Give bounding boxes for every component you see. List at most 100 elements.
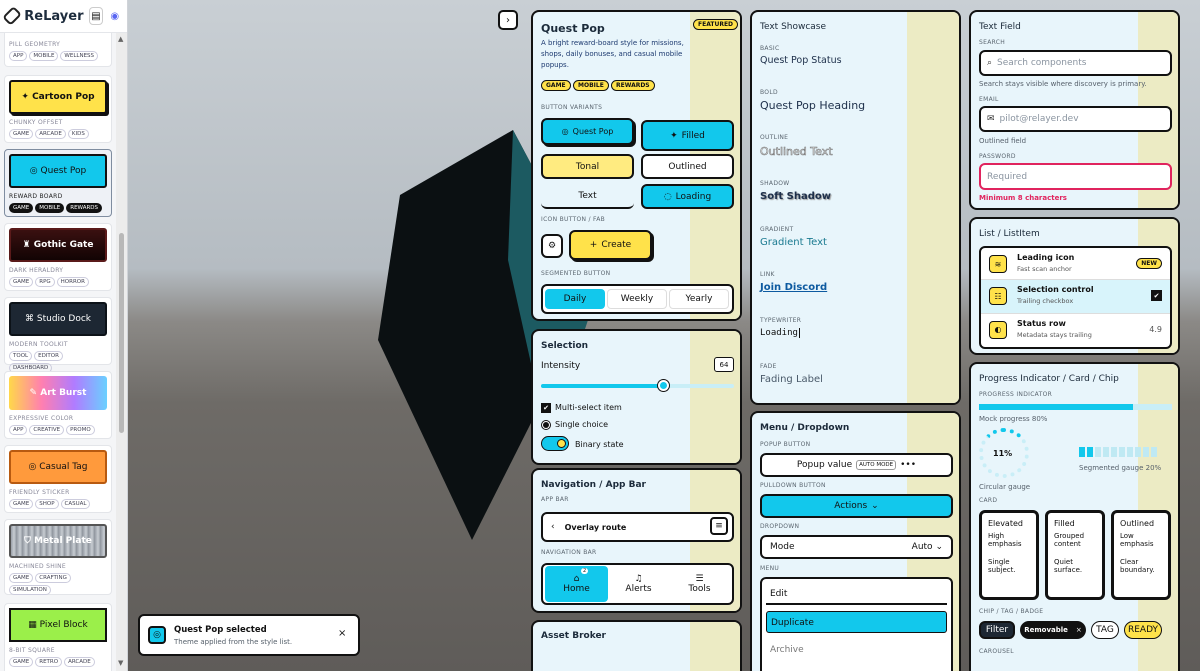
gauge-segment	[1087, 447, 1093, 457]
theme-card-pixel-block[interactable]: ▦ Pixel Block 8-Bit Square GAME RETRO ARCA…	[4, 603, 112, 671]
panel-title: Progress Indicator / Card / Chip	[979, 374, 1119, 384]
section-label: CAROUSEL	[979, 648, 1014, 655]
segment-weekly[interactable]: Weekly	[607, 289, 667, 309]
collapse-toggle-button[interactable]: ›	[498, 10, 518, 30]
close-icon[interactable]: ×	[338, 628, 346, 639]
nav-tab-alerts[interactable]: ♫ Alerts	[608, 566, 669, 602]
search-input[interactable]: ⌕ Search components	[979, 50, 1172, 76]
scroll-up-icon[interactable]: ▲	[118, 35, 123, 43]
gauge-segment	[1103, 447, 1109, 457]
nav-tab-tools[interactable]: ☰ Tools	[669, 566, 730, 602]
list-item[interactable]: ◐ Status row Metadata stays trailing 4.9	[981, 314, 1170, 347]
text-caption: BASIC	[760, 45, 780, 52]
theme-card-studio-dock[interactable]: ⌘ Studio Dock Modern Toolkit TOOL EDITOR D…	[4, 297, 112, 373]
book-icon[interactable]: ▤	[89, 7, 103, 25]
panel-title: List / ListItem	[979, 229, 1040, 239]
search-placeholder: Search components	[997, 58, 1087, 68]
segmented-gauge-label: Segmented gauge 20%	[1079, 464, 1162, 472]
email-field[interactable]: ✉ pilot@relayer.dev	[979, 106, 1172, 132]
intensity-slider-track[interactable]	[541, 384, 734, 388]
theme-card-quest-pop[interactable]: ◎ Quest Pop Reward Board GAME MOBILE REWAR…	[4, 149, 112, 217]
theme-caption: Pill Geometry	[9, 41, 61, 48]
list-checkbox[interactable]: ✔	[1151, 290, 1162, 302]
menu-item-edit[interactable]: Edit	[766, 583, 947, 605]
text-caption: BOLD	[760, 89, 778, 96]
tag-pill: GAME	[541, 80, 571, 91]
filter-chip[interactable]: Filter	[979, 621, 1015, 639]
theme-card-metal-plate[interactable]: ⛉ Metal Plate Machined Shine GAME CRAFTIN…	[4, 519, 112, 595]
app-bar: ‹ Overlay route ≡	[541, 512, 734, 542]
menu-item-duplicate[interactable]: Duplicate	[766, 611, 947, 633]
scroll-down-icon[interactable]: ▼	[118, 659, 123, 667]
list-item[interactable]: ≋ Leading icon Fast scan anchor NEW	[981, 248, 1170, 281]
list-item-subtitle: Fast scan anchor	[1017, 265, 1072, 273]
outlined-button[interactable]: Outlined	[641, 154, 734, 179]
featured-badge: FEATURED	[693, 19, 739, 30]
tag: GAME	[9, 499, 34, 509]
password-field[interactable]: Required	[979, 163, 1172, 190]
mode-dropdown[interactable]: Mode Auto ⌄	[760, 535, 953, 559]
intensity-slider-thumb[interactable]	[658, 380, 669, 391]
brand-name: ReLayer	[24, 8, 84, 24]
card-body: Clear boundary.	[1120, 558, 1155, 574]
ready-badge: READY	[1124, 621, 1162, 639]
progress-fill	[979, 404, 1134, 410]
discord-link[interactable]: Join Discord	[760, 282, 827, 293]
text-button[interactable]: Text	[541, 184, 634, 209]
binary-toggle[interactable]	[541, 436, 569, 451]
loading-button[interactable]: ◌ Loading	[641, 184, 734, 209]
create-fab-button[interactable]: + Create	[569, 230, 652, 260]
actions-pulldown[interactable]: Actions ⌄	[760, 494, 953, 518]
scrollbar-thumb[interactable]	[119, 233, 124, 433]
progress-card-chip-panel: Progress Indicator / Card / Chip PROGRES…	[969, 362, 1180, 671]
circular-gauge-value: 11%	[993, 449, 1013, 458]
settings-icon-button[interactable]: ⚙	[541, 234, 563, 258]
popup-button[interactable]: Popup value AUTO MODE •••	[760, 453, 953, 477]
single-choice-radio[interactable]	[541, 420, 551, 430]
segment-daily[interactable]: Daily	[545, 289, 605, 309]
card-title: Outlined	[1120, 519, 1155, 528]
command-icon: ⌘	[25, 314, 37, 324]
removable-chip[interactable]: Removable ×	[1020, 621, 1086, 639]
multi-select-checkbox[interactable]: ✔	[541, 403, 551, 413]
theme-label: Cartoon Pop	[32, 92, 95, 102]
filled-card[interactable]: Filled Grouped content Quiet surface.	[1045, 510, 1105, 600]
theme-list: Pill Geometry APP MOBILE WELLNESS ✦ Cartoo…	[0, 33, 116, 671]
theme-card-casual-tag[interactable]: ◎ Casual Tag Friendly Sticker GAME SHOP CA…	[4, 445, 112, 513]
tag: RETRO	[35, 657, 63, 667]
card-title: Elevated	[988, 519, 1023, 528]
close-icon[interactable]: ×	[1076, 626, 1082, 634]
theme-label: Art Burst	[40, 388, 87, 398]
elevated-card[interactable]: Elevated High emphasis Single subject.	[979, 510, 1039, 600]
auto-mode-chip: AUTO MODE	[856, 460, 897, 470]
nav-tab-home[interactable]: ⌂ Home 2	[545, 566, 608, 602]
tag-pill: MOBILE	[573, 80, 609, 91]
tag: SHOP	[35, 499, 59, 509]
text-caption: FADE	[760, 363, 777, 370]
theme-card-art-burst[interactable]: ✎ Art Burst Expressive Color APP CREATIVE…	[4, 371, 112, 439]
password-placeholder: Required	[987, 171, 1028, 182]
outlined-card[interactable]: Outlined Low emphasis Clear boundary.	[1111, 510, 1171, 600]
bell-icon: ♫	[634, 574, 643, 584]
card-subtitle: Low emphasis	[1120, 532, 1154, 548]
brush-icon: ✎	[29, 388, 41, 398]
gauge-segment	[1095, 447, 1101, 457]
theme-card-cartoon-pop[interactable]: ✦ Cartoon Pop Chunky Offset GAME ARCADE KI…	[4, 75, 112, 143]
tag: CRAFTING	[35, 573, 71, 583]
section-label: PULLDOWN BUTTON	[760, 482, 826, 489]
route-title: Overlay route	[564, 522, 627, 532]
sidebar-scrollbar[interactable]: ▲ ▼	[116, 33, 127, 671]
gauge-segment	[1119, 447, 1125, 457]
tonal-button[interactable]: Tonal	[541, 154, 634, 179]
discord-icon[interactable]: ◉	[109, 7, 121, 25]
theme-card-pill-geometry[interactable]: Pill Geometry APP MOBILE WELLNESS	[4, 33, 112, 67]
menu-icon[interactable]: ≡	[710, 517, 728, 535]
menu-item-archive[interactable]: Archive	[766, 639, 947, 661]
segment-yearly[interactable]: Yearly	[669, 289, 729, 309]
quest-pop-button[interactable]: ◎ Quest Pop	[541, 118, 634, 145]
intensity-value: 64	[714, 357, 734, 372]
list-item[interactable]: ☷ Selection control Trailing checkbox ✔	[981, 280, 1170, 314]
theme-card-gothic-gate[interactable]: ♜ Gothic Gate Dark Heraldry GAME RPG HORRO…	[4, 223, 112, 291]
filled-button[interactable]: ✦ Filled	[641, 120, 734, 151]
back-arrow-icon[interactable]: ‹	[551, 522, 555, 532]
